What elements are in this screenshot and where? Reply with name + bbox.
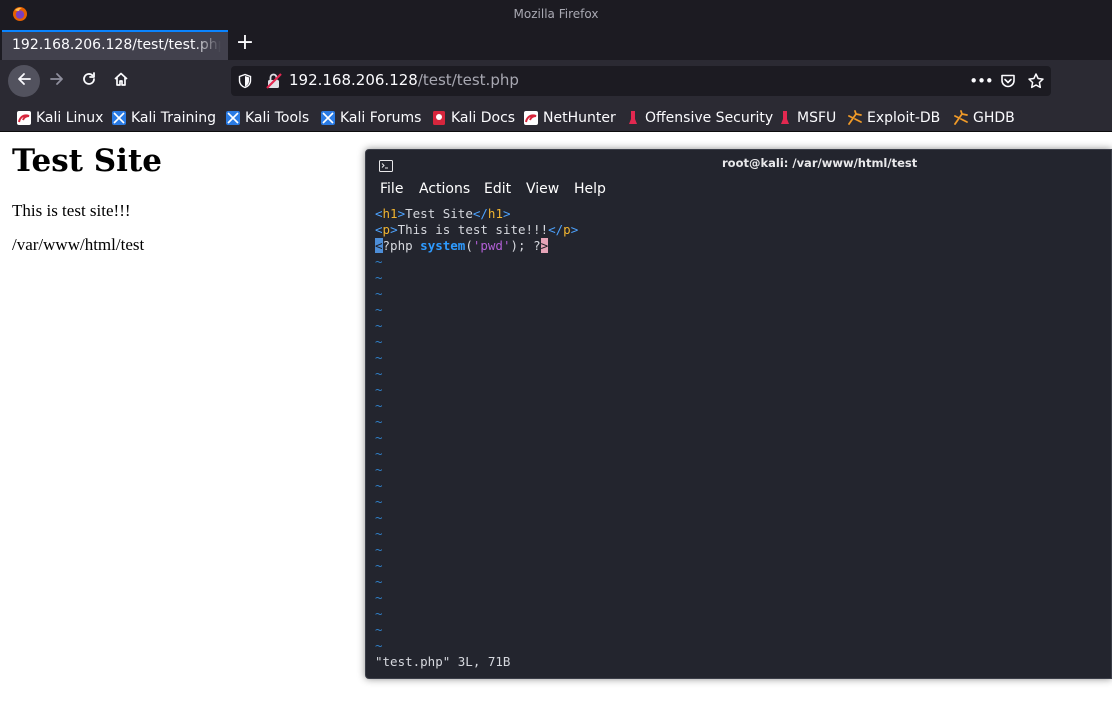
back-arrow-icon bbox=[16, 71, 32, 91]
insecure-lock-icon[interactable] bbox=[265, 72, 283, 94]
tilde-line: ~ bbox=[375, 334, 383, 349]
menu-file[interactable]: File bbox=[380, 181, 403, 197]
bookmark-ghdb[interactable]: GHDB bbox=[953, 108, 1015, 128]
tilde-line: ~ bbox=[375, 462, 383, 477]
kali-forums-icon bbox=[320, 110, 336, 126]
kali-training-icon bbox=[111, 110, 127, 126]
tilde-line: ~ bbox=[375, 318, 383, 333]
home-button[interactable] bbox=[105, 65, 137, 97]
tilde-line: ~ bbox=[375, 270, 383, 285]
forward-button[interactable] bbox=[41, 65, 73, 97]
bookmark-nethunter[interactable]: NetHunter bbox=[523, 108, 616, 128]
bookmark-exploit-db[interactable]: Exploit-DB bbox=[847, 108, 940, 128]
url-text[interactable]: 192.168.206.128/test/test.php bbox=[289, 71, 519, 89]
code-line-2: <p>This is test site!!!</p> bbox=[375, 222, 579, 237]
kali-tools-icon bbox=[225, 110, 241, 126]
tilde-line: ~ bbox=[375, 382, 383, 397]
msfu-icon bbox=[777, 110, 793, 126]
new-tab-button[interactable]: + bbox=[233, 32, 257, 56]
bookmark-star-icon[interactable] bbox=[1026, 71, 1046, 91]
terminal-app-icon bbox=[379, 157, 393, 176]
tracking-protection-shield-icon[interactable] bbox=[237, 73, 253, 93]
tilde-line: ~ bbox=[375, 494, 383, 509]
tilde-line: ~ bbox=[375, 398, 383, 413]
exploitdb-icon bbox=[847, 110, 863, 126]
tilde-line: ~ bbox=[375, 574, 383, 589]
reload-button[interactable] bbox=[73, 65, 105, 97]
navigation-toolbar: 192.168.206.128/test/test.php ••• bbox=[0, 60, 1112, 102]
pocket-icon[interactable] bbox=[998, 71, 1018, 91]
tilde-line: ~ bbox=[375, 430, 383, 445]
tilde-line: ~ bbox=[375, 526, 383, 541]
vim-status-line: "test.php" 3L, 71B bbox=[375, 654, 511, 669]
tilde-line: ~ bbox=[375, 542, 383, 557]
tilde-line: ~ bbox=[375, 478, 383, 493]
ghdb-icon bbox=[953, 110, 969, 126]
tilde-line: ~ bbox=[375, 590, 383, 605]
window-titlebar: Mozilla Firefox bbox=[0, 0, 1112, 28]
vim-editor-buffer[interactable]: <h1>Test Site</h1> <p>This is test site!… bbox=[375, 206, 1105, 654]
nethunter-icon bbox=[523, 110, 539, 126]
bookmark-kali-linux[interactable]: Kali Linux bbox=[16, 108, 103, 128]
page-paragraph: This is test site!!! bbox=[12, 201, 131, 220]
terminal-menubar: File Actions Edit View Help bbox=[366, 178, 1111, 202]
empty-line-markers: ~ ~ ~ ~ ~ ~ ~ ~ ~ ~ ~ ~ ~ ~ ~ ~ ~ ~ ~ ~ ~ ~ ~ ~ ~ bbox=[375, 254, 1105, 654]
menu-help[interactable]: Help bbox=[574, 181, 606, 197]
tilde-line: ~ bbox=[375, 286, 383, 301]
menu-edit[interactable]: Edit bbox=[484, 181, 511, 197]
code-line-3: <?php system('pwd'); ?> bbox=[375, 238, 549, 253]
terminal-window[interactable]: root@kali: /var/www/html/test File Actio… bbox=[365, 149, 1112, 679]
bookmark-kali-training[interactable]: Kali Training bbox=[111, 108, 216, 128]
kali-dragon-icon bbox=[16, 110, 32, 126]
tilde-line: ~ bbox=[375, 302, 383, 317]
bracket-match-highlight: < bbox=[375, 238, 383, 253]
url-path: /test/test.php bbox=[417, 71, 519, 89]
tilde-line: ~ bbox=[375, 446, 383, 461]
url-host: 192.168.206.128 bbox=[289, 71, 418, 89]
window-title: Mozilla Firefox bbox=[513, 7, 599, 21]
bookmark-kali-forums[interactable]: Kali Forums bbox=[320, 108, 421, 128]
tilde-line: ~ bbox=[375, 558, 383, 573]
forward-arrow-icon bbox=[49, 71, 65, 91]
bookmarks-toolbar: Kali Linux Kali Training Kali Tools Kali… bbox=[0, 102, 1112, 132]
menu-actions[interactable]: Actions bbox=[419, 181, 470, 197]
offsec-icon bbox=[625, 110, 641, 126]
back-button[interactable] bbox=[8, 65, 40, 97]
tilde-line: ~ bbox=[375, 254, 383, 269]
reload-icon bbox=[81, 71, 97, 91]
tilde-line: ~ bbox=[375, 638, 383, 653]
page-heading: Test Site bbox=[12, 143, 163, 179]
bookmark-offensive-security[interactable]: Offensive Security bbox=[625, 108, 773, 128]
tilde-line: ~ bbox=[375, 366, 383, 381]
bookmark-msfu[interactable]: MSFU bbox=[777, 108, 836, 128]
page-actions-menu-icon[interactable]: ••• bbox=[969, 71, 994, 91]
menu-view[interactable]: View bbox=[526, 181, 559, 197]
terminal-title: root@kali: /var/www/html/test bbox=[722, 156, 918, 170]
bookmark-kali-tools[interactable]: Kali Tools bbox=[225, 108, 309, 128]
url-bar[interactable]: 192.168.206.128/test/test.php ••• bbox=[231, 66, 1051, 96]
tilde-line: ~ bbox=[375, 606, 383, 621]
pwd-output-text: /var/www/html/test bbox=[12, 235, 145, 254]
tilde-line: ~ bbox=[375, 350, 383, 365]
tab-strip: 192.168.206.128/test/test.php + bbox=[0, 28, 1112, 60]
text-cursor: > bbox=[540, 238, 549, 253]
terminal-titlebar[interactable]: root@kali: /var/www/html/test bbox=[366, 150, 1111, 176]
tilde-line: ~ bbox=[375, 622, 383, 637]
bookmark-kali-docs[interactable]: Kali Docs bbox=[431, 108, 515, 128]
home-icon bbox=[113, 71, 129, 91]
tilde-line: ~ bbox=[375, 414, 383, 429]
tilde-line: ~ bbox=[375, 510, 383, 525]
tab-active[interactable]: 192.168.206.128/test/test.php bbox=[2, 30, 228, 60]
kali-docs-icon bbox=[431, 110, 447, 126]
code-line-1: <h1>Test Site</h1> bbox=[375, 206, 511, 221]
